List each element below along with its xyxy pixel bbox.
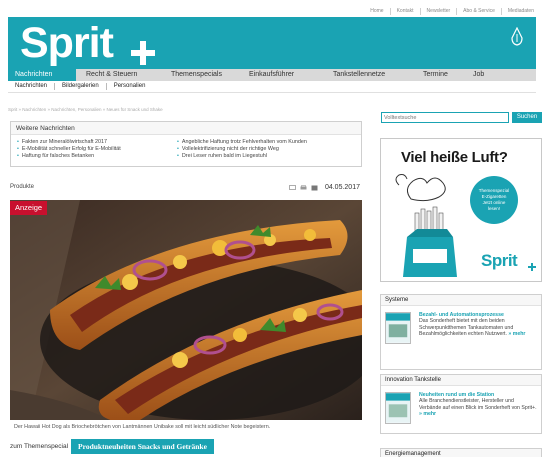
ad-headline: Viel heiße Luft?	[401, 149, 508, 166]
box-title: Innovation Tankstelle	[381, 375, 541, 386]
bullet-icon: •	[177, 146, 179, 152]
bullet-icon: •	[177, 139, 179, 145]
sidebar-ad-banner[interactable]: Viel heiße Luft? Themenspezial E-Zigaret…	[380, 138, 542, 282]
more-link[interactable]: » mehr	[419, 411, 436, 417]
news-link[interactable]: • Angebliche Haftung trotz Fehlverhalten …	[177, 139, 325, 146]
more-news-title: Weitere Nachrichten	[11, 122, 361, 135]
magazine-thumbnail[interactable]	[385, 312, 411, 344]
bullet-icon: •	[177, 153, 179, 159]
subnav-bildergalerien[interactable]: Bildergalerien	[54, 83, 106, 90]
ad-sprit-logo: Sprit	[481, 251, 518, 270]
themenspecial-label: zum Themenspecial	[10, 442, 69, 450]
sidebar: Suchen Viel heiße Luft? Themenspezial E-…	[377, 0, 542, 457]
logo-plus-icon	[131, 41, 155, 65]
nav-einkaufsfuehrer[interactable]: Einkaufsführer	[239, 69, 323, 81]
calendar-icon	[311, 185, 318, 191]
image-caption: Der Hawaii Hot Dog als Briochebrötchen v…	[14, 424, 271, 430]
subnav-nachrichten[interactable]: Nachrichten	[8, 83, 54, 90]
box-text: Bezahl- und Automationsprozesse Das Sond…	[419, 312, 537, 344]
bullet-icon: •	[17, 153, 19, 159]
ad-logo-plus-icon	[528, 263, 536, 271]
article-category[interactable]: Produkte	[10, 184, 34, 190]
sidebar-box-systeme: Systeme Bezahl- und Automationsprozesse …	[380, 294, 542, 370]
sidebar-box-innovation: Innovation Tankstelle Neuheiten rund um …	[380, 374, 542, 434]
article-date: 04.05.2017	[324, 184, 360, 191]
box-title: Energiemanagement	[381, 449, 541, 457]
nav-themenspecials[interactable]: Themenspecials	[163, 69, 239, 81]
print-icon[interactable]	[300, 185, 307, 191]
hero-image-hot-dog	[10, 200, 362, 420]
subnav-personalien[interactable]: Personalien	[105, 83, 153, 90]
news-link[interactable]: • Fakten zur Mineralölwirtschaft 2017	[17, 139, 165, 146]
bullet-icon: •	[17, 146, 19, 152]
sidebar-box-energiemanagement: Energiemanagement	[380, 448, 542, 457]
nav-nachrichten[interactable]: Nachrichten	[8, 69, 76, 81]
breadcrumb[interactable]: Sprit » Nachrichten » Nachrichten, Perso…	[8, 107, 163, 112]
search-input[interactable]	[381, 112, 509, 123]
themenspecial-row: zum Themenspecial Produktneuheiten Snack…	[10, 438, 214, 454]
news-link[interactable]: • Vollelektrifizierung nicht der richtige…	[177, 146, 325, 153]
themenspecial-link[interactable]: Produktneuheiten Snacks und Getränke	[71, 438, 214, 454]
news-link[interactable]: • Drei Leser ruhen bald im Liegestuhl	[177, 153, 325, 160]
more-news-col-left: • Fakten zur Mineralölwirtschaft 2017 • E-…	[17, 139, 165, 160]
bullet-icon: •	[17, 139, 19, 145]
ad-badge: Anzeige	[10, 201, 48, 215]
search-button[interactable]: Suchen	[512, 112, 542, 123]
site-logo[interactable]: Sprit	[20, 19, 114, 67]
news-link[interactable]: • E-Mobilität schneller Erfolg für E-Mobi…	[17, 146, 165, 153]
e-cigarette-pack-illustration	[395, 174, 457, 277]
box-text: Neuheiten rund um die Station Alle Branc…	[419, 392, 537, 417]
more-news-col-right: • Angebliche Haftung trotz Fehlverhalten …	[177, 139, 325, 160]
comment-icon[interactable]	[289, 185, 296, 191]
nav-recht-steuern[interactable]: Recht & Steuern	[76, 69, 163, 81]
news-link[interactable]: • Haftung für falsches Betanken	[17, 153, 165, 160]
more-news-box: Weitere Nachrichten • Fakten zur Mineralö…	[10, 121, 362, 167]
article-meta: Produkte 04.05.2017	[10, 184, 362, 194]
box-title: Systeme	[381, 295, 541, 306]
more-link[interactable]: » mehr	[508, 331, 525, 337]
magazine-thumbnail[interactable]	[385, 392, 411, 424]
ad-circle-badge: Themenspezial E-Zigaretten Jetzt online …	[470, 176, 518, 224]
